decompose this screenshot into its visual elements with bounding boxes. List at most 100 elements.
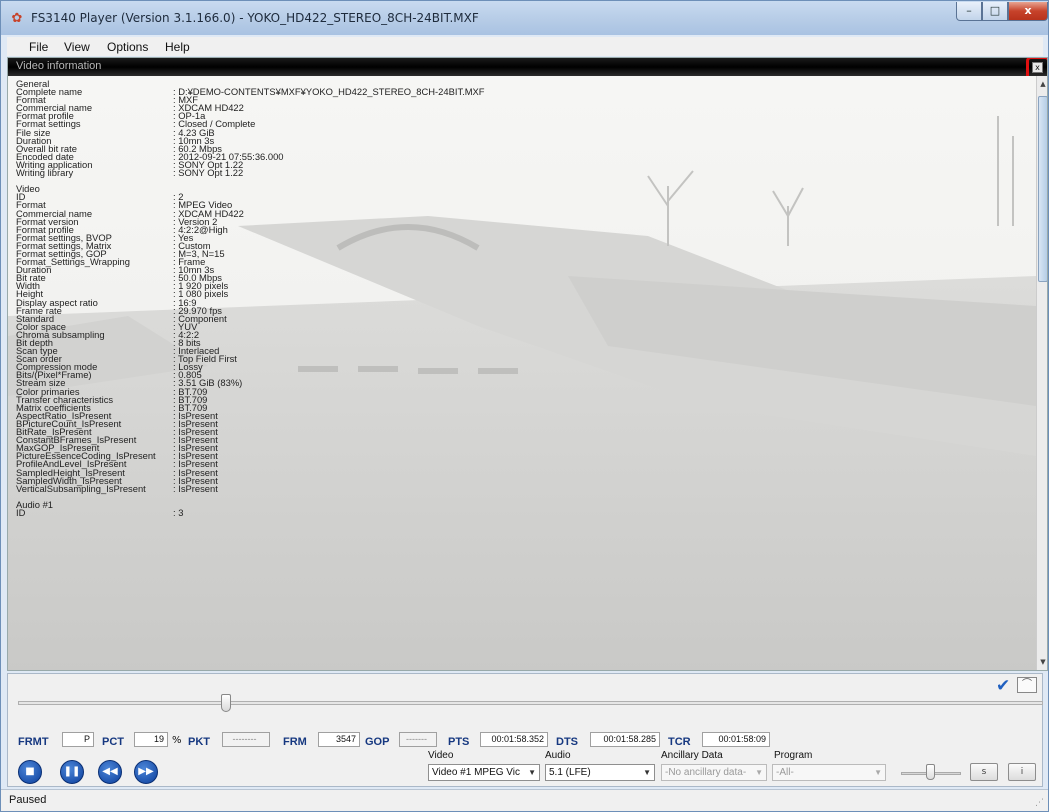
info-row: Frame rate: 29.970 fps [16, 305, 1016, 315]
menu-help[interactable]: Help [165, 40, 190, 54]
info-row: File size: 4.23 GiB [16, 127, 1016, 137]
info-section-heading: Audio #1 [16, 498, 54, 510]
frmt-value: P [62, 732, 94, 747]
info-row: Encoded date: 2012-09-21 07:55:36.000 [16, 152, 1016, 162]
tcr-value: 00:01:58:09 [702, 732, 770, 747]
resize-grip-icon[interactable]: ⋰ [1035, 798, 1044, 808]
vertical-scrollbar[interactable]: ▲ ▼ [1036, 76, 1047, 670]
seek-thumb[interactable] [221, 694, 231, 712]
info-value: : 3 [173, 506, 184, 518]
info-row: Transfer characteristics: BT.709 [16, 394, 1016, 404]
pct-unit: % [172, 735, 182, 746]
maximize-button[interactable]: □ [982, 2, 1008, 21]
video-selector[interactable]: Video #1 MPEG Vic ▼ [428, 764, 540, 781]
info-row: MaxGOP_IsPresent: IsPresent [16, 443, 1016, 453]
program-selector[interactable]: -All- ▼ [772, 764, 886, 781]
pct-value: 19 [134, 732, 168, 747]
pts-value: 00:01:58.352 [480, 732, 548, 747]
panel-title: Video information [16, 60, 102, 72]
program-selector-value: -All- [776, 767, 794, 778]
info-row: Chroma subsampling: 4:2:2 [16, 330, 1016, 340]
ancillary-selector[interactable]: -No ancillary data- ▼ [661, 764, 767, 781]
app-icon: ✿ [11, 11, 23, 26]
info-row: Format settings: Closed / Complete [16, 119, 1016, 129]
graph-icon[interactable]: ⌒ [1017, 677, 1037, 693]
scrollbar-thumb[interactable] [1038, 96, 1047, 282]
pkt-value: -------- [222, 732, 270, 747]
info-row: Bit rate: 50.0 Mbps [16, 273, 1016, 283]
scroll-up-icon[interactable]: ▲ [1038, 78, 1047, 90]
info-row: PictureEssenceCoding_IsPresent: IsPresen… [16, 451, 1016, 461]
info-key: ID [16, 506, 26, 518]
pct-label: PCT [102, 736, 124, 748]
menu-bar: File View Options Help [7, 37, 1043, 56]
info-row: Format settings, Matrix: Custom [16, 241, 1016, 251]
info-row: Matrix coefficients: BT.709 [16, 402, 1016, 412]
scroll-down-icon[interactable]: ▼ [1038, 656, 1047, 668]
info-row: Width: 1 920 pixels [16, 281, 1016, 291]
info-row: Writing library: SONY Opt 1.22 [16, 168, 1016, 178]
checkmark-icon[interactable]: ✔ [996, 677, 1016, 695]
menu-file[interactable]: File [29, 40, 48, 54]
window-title: FS3140 Player (Version 3.1.166.0) - YOKO… [31, 11, 479, 25]
ancillary-selector-value: -No ancillary data- [665, 767, 747, 778]
dts-value: 00:01:58.285 [590, 732, 660, 747]
info-row: Format settings, BVOP: Yes [16, 233, 1016, 243]
audio-selector-value: 5.1 (LFE) [549, 767, 591, 778]
chevron-down-icon: ▼ [643, 768, 651, 777]
info-row: Display aspect ratio: 16:9 [16, 297, 1016, 307]
info-row: Height: 1 080 pixels [16, 289, 1016, 299]
frm-label: FRM [283, 736, 307, 748]
info-row: Format profile: 4:2:2@High [16, 224, 1016, 234]
info-row: Standard: Component [16, 313, 1016, 323]
info-row: AspectRatio_IsPresent: IsPresent [16, 411, 1016, 421]
info-row: Stream size: 3.51 GiB (83%) [16, 378, 1016, 388]
info-row: ID : 3 [16, 506, 1016, 518]
status-bar: Paused ⋰ [1, 789, 1048, 811]
info-row: BPictureCount_IsPresent: IsPresent [16, 419, 1016, 429]
panel-close-button[interactable]: x [1032, 62, 1043, 73]
frm-value: 3547 [318, 732, 360, 747]
info-row: Format version: Version 2 [16, 216, 1016, 226]
chevron-down-icon: ▼ [528, 768, 536, 777]
tcr-label: TCR [668, 736, 691, 748]
chevron-down-icon: ▼ [755, 768, 763, 777]
program-selector-label: Program [774, 750, 813, 761]
info-row: Commercial name: XDCAM HD422 [16, 103, 1016, 113]
volume-thumb[interactable] [926, 764, 935, 780]
title-bar[interactable]: ✿ FS3140 Player (Version 3.1.166.0) - YO… [1, 1, 1048, 35]
gop-label: GOP [365, 736, 390, 748]
info-row: Complete name: D:¥DEMO-CONTENTS¥MXF¥YOKO… [16, 87, 1016, 97]
info-row: Overall bit rate: 60.2 Mbps [16, 143, 1016, 153]
frmt-label: FRMT [18, 736, 49, 748]
info-row: Compression mode: Lossy [16, 362, 1016, 372]
info-row: ID: 2 [16, 192, 1016, 202]
s-button[interactable]: s [970, 763, 998, 781]
info-key: VerticalSubsampling_IsPresent [16, 482, 146, 494]
video-selector-value: Video #1 MPEG Vic [432, 767, 521, 778]
video-selector-label: Video [428, 750, 454, 761]
pkt-label: PKT [188, 736, 210, 748]
menu-view[interactable]: View [64, 40, 90, 54]
menu-options[interactable]: Options [107, 40, 148, 54]
dts-label: DTS [556, 736, 578, 748]
audio-selector[interactable]: 5.1 (LFE) ▼ [545, 764, 655, 781]
audio-selector-label: Audio [545, 750, 571, 761]
info-button[interactable]: i [1008, 763, 1036, 781]
info-row: Format profile: OP-1a [16, 111, 1016, 121]
video-information-panel: Video information x General Complete nam… [7, 57, 1048, 671]
chevron-down-icon: ▼ [874, 768, 882, 777]
seek-track[interactable] [18, 701, 1043, 705]
fast-forward-button[interactable]: ▶▶ [134, 760, 158, 784]
app-window: ✿ FS3140 Player (Version 3.1.166.0) - YO… [0, 0, 1049, 812]
pts-label: PTS [448, 736, 470, 748]
info-row: Color primaries: BT.709 [16, 386, 1016, 396]
info-row: Scan order: Top Field First [16, 354, 1016, 364]
minimize-button[interactable]: – [956, 2, 982, 21]
pause-button[interactable]: ❚❚ [60, 760, 84, 784]
close-button[interactable]: x [1008, 2, 1048, 21]
info-row: Duration: 10mn 3s [16, 265, 1016, 275]
gop-value: ------- [399, 732, 437, 747]
rewind-button[interactable]: ◀◀ [98, 760, 122, 784]
stop-button[interactable]: ■ [18, 760, 42, 784]
